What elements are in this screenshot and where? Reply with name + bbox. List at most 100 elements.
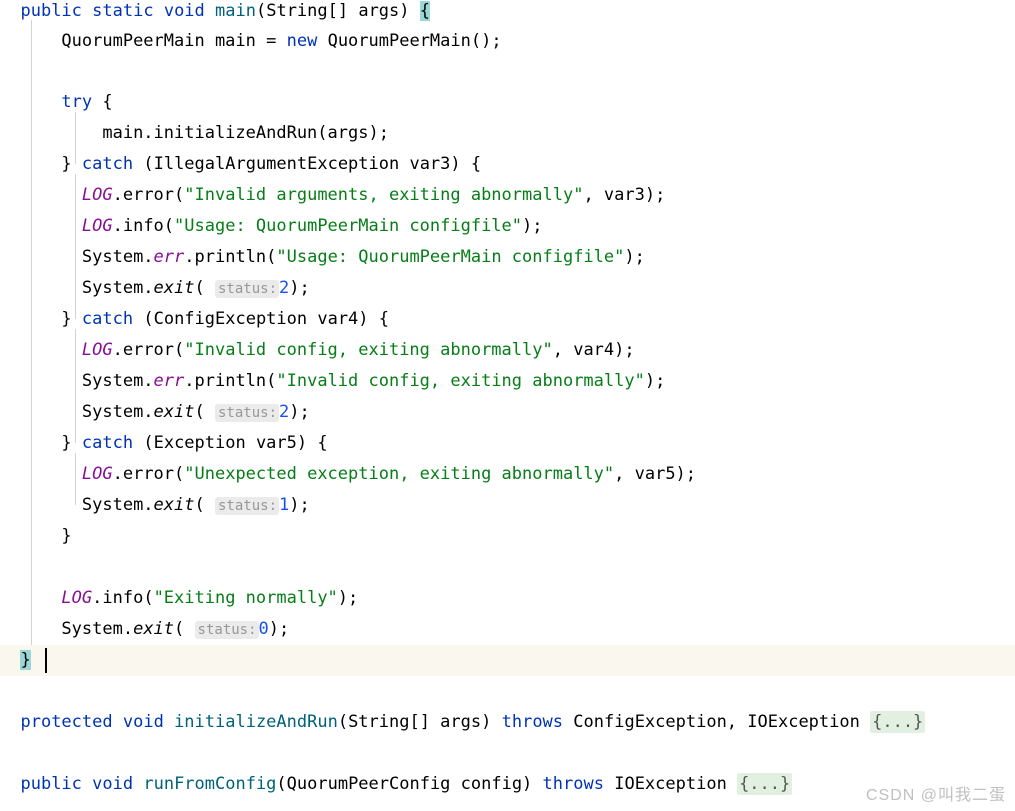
line-6-indent [0, 154, 61, 174]
code-line-20[interactable]: LOG.info("Exiting normally"); [0, 583, 1015, 614]
keyword-public: public [20, 1, 82, 21]
keyword-void-2: void [122, 712, 164, 732]
catch-close-brace-1: } [61, 154, 72, 174]
code-line-5[interactable]: main.initializeAndRun(args); [0, 118, 1015, 149]
string-literal-invalid-config-2: "Invalid config, exiting abnormally" [276, 371, 645, 391]
try-catch-close-brace: } [61, 526, 72, 546]
code-line-17[interactable]: System.exit( status: 1); [0, 490, 1015, 521]
log-error-tail-2: , var4); [552, 340, 635, 360]
catch-clause-3: (Exception var5) { [143, 433, 328, 453]
method-name-initialize-and-run: initializeAndRun [174, 712, 338, 732]
code-line-8[interactable]: LOG.info("Usage: QuorumPeerMain configfi… [0, 211, 1015, 242]
method-name-run-from-config: runFromConfig [143, 774, 277, 794]
method-params-main: (String[] args) [255, 1, 410, 21]
line-24-indent [0, 712, 20, 732]
system-prefix-4: System. [81, 402, 154, 422]
code-line-15[interactable]: } catch (Exception var5) { [0, 428, 1015, 459]
exit-open-paren-2: ( [194, 402, 205, 422]
line-26-indent [0, 774, 20, 794]
code-line-24[interactable]: protected void initializeAndRun(String[]… [0, 707, 1015, 738]
system-prefix-3: System. [81, 371, 154, 391]
constructor-call: QuorumPeerMain(); [327, 31, 502, 51]
static-field-log-5: LOG [61, 588, 93, 608]
keyword-static: static [92, 1, 154, 21]
code-line-12[interactable]: LOG.error("Invalid config, exiting abnor… [0, 335, 1015, 366]
number-literal-4: 0 [258, 619, 269, 639]
keyword-throws-2: throws [542, 774, 604, 794]
number-literal-3: 1 [279, 495, 290, 515]
line-15-indent [0, 433, 61, 453]
exit-tail-2: ); [289, 402, 310, 422]
throws-list-1: ConfigException, IOException [573, 712, 860, 732]
code-line-11[interactable]: } catch (ConfigException var4) { [0, 304, 1015, 335]
code-fold-run-from-config[interactable]: {...} [737, 773, 793, 795]
keyword-catch-3: catch [81, 433, 134, 453]
log-error-call-2: .error( [112, 340, 185, 360]
param-hint-status-3: status: [215, 497, 280, 515]
code-editor[interactable]: public static void main(String[] args) {… [0, 0, 1015, 811]
code-line-9[interactable]: System.err.println("Usage: QuorumPeerMai… [0, 242, 1015, 273]
code-line-4[interactable]: try { [0, 87, 1015, 118]
brace-match-open: { [419, 1, 431, 21]
static-field-err-2: err [153, 371, 185, 391]
catch-clause-2: (ConfigException var4) { [143, 309, 389, 329]
code-line-18[interactable]: } [0, 521, 1015, 552]
code-line-21[interactable]: System.exit( status: 0); [0, 614, 1015, 645]
line-4-indent [0, 92, 61, 112]
println-tail-2: ); [644, 371, 666, 391]
keyword-new: new [286, 31, 318, 51]
system-prefix-1: System. [81, 247, 154, 267]
method-params-run-from-config: (QuorumPeerConfig config) [276, 774, 533, 794]
line-1-indent [0, 1, 20, 21]
println-call-2: .println( [184, 371, 277, 391]
method-params-initialize-and-run: (String[] args) [337, 712, 492, 732]
csdn-watermark: CSDN @叫我二蛋 [866, 787, 1007, 804]
number-literal-1: 2 [279, 278, 290, 298]
code-line-14[interactable]: System.exit( status: 2); [0, 397, 1015, 428]
println-call-1: .println( [184, 247, 277, 267]
static-method-exit-2: exit [153, 402, 195, 422]
line-12-indent [0, 340, 82, 360]
string-literal-usage-1: "Usage: QuorumPeerMain configfile" [174, 216, 523, 236]
system-prefix-5: System. [81, 495, 154, 515]
exit-open-paren-1: ( [194, 278, 205, 298]
method-name-main: main [215, 1, 256, 21]
code-line-7[interactable]: LOG.error("Invalid arguments, exiting ab… [0, 180, 1015, 211]
log-error-call-3: .error( [112, 464, 185, 484]
static-field-log-4: LOG [81, 464, 113, 484]
string-literal-unexpected-exception: "Unexpected exception, exiting abnormall… [184, 464, 615, 484]
string-literal-invalid-arguments: "Invalid arguments, exiting abnormally" [184, 185, 584, 205]
line-13-indent [0, 371, 82, 391]
var-decl: QuorumPeerMain main = [61, 31, 277, 51]
string-literal-invalid-config-1: "Invalid config, exiting abnormally" [184, 340, 553, 360]
code-line-26[interactable]: public void runFromConfig(QuorumPeerConf… [0, 769, 1015, 800]
log-info-call-1: .info( [112, 216, 175, 236]
exit-tail-3: ); [289, 495, 310, 515]
keyword-try: try [61, 92, 93, 112]
code-line-2[interactable]: QuorumPeerMain main = new QuorumPeerMain… [0, 26, 1015, 57]
code-line-22[interactable]: } [0, 645, 1015, 676]
code-line-16[interactable]: LOG.error("Unexpected exception, exiting… [0, 459, 1015, 490]
code-fold-initialize-and-run[interactable]: {...} [870, 711, 926, 733]
line-14-indent [0, 402, 82, 422]
param-hint-status-4: status: [194, 621, 259, 639]
line-18-indent [0, 526, 61, 546]
code-line-10[interactable]: System.exit( status: 2); [0, 273, 1015, 304]
static-method-exit-1: exit [153, 278, 195, 298]
line-7-indent [0, 185, 82, 205]
catch-clause-1: (IllegalArgumentException var3) { [143, 154, 482, 174]
param-hint-status-1: status: [215, 280, 280, 298]
line-20-indent [0, 588, 61, 608]
code-line-1[interactable]: public static void main(String[] args) { [0, 0, 1015, 27]
line-8-indent [0, 216, 82, 236]
static-method-exit-3: exit [153, 495, 195, 515]
exit-open-paren-3: ( [194, 495, 205, 515]
exit-tail-1: ); [289, 278, 310, 298]
code-line-13[interactable]: System.err.println("Invalid config, exit… [0, 366, 1015, 397]
code-line-6[interactable]: } catch (IllegalArgumentException var3) … [0, 149, 1015, 180]
text-caret [45, 648, 47, 673]
log-error-call-1: .error( [112, 185, 185, 205]
keyword-void: void [163, 1, 205, 21]
string-literal-exiting-normally: "Exiting normally" [153, 588, 338, 608]
string-literal-usage-2: "Usage: QuorumPeerMain configfile" [276, 247, 625, 267]
